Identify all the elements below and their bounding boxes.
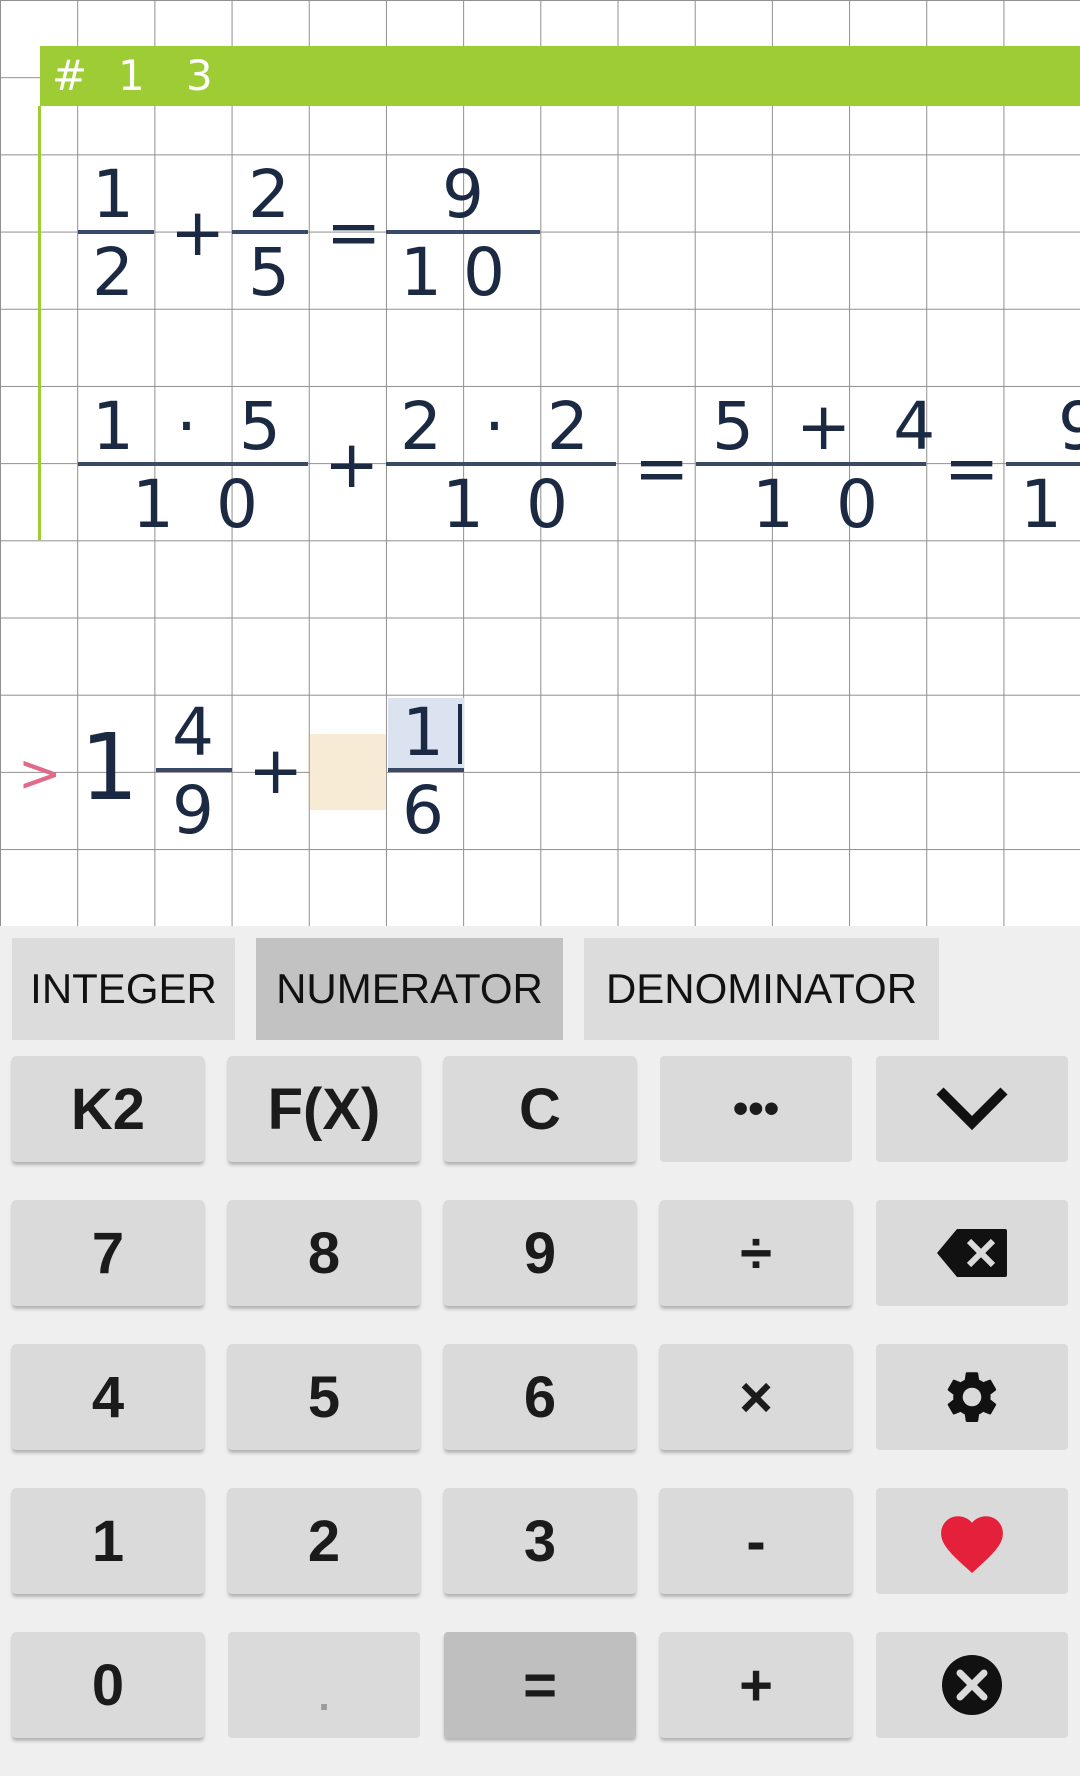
worksheet-grid[interactable]: # 1 3 1 2 + 2 5 = 9 1 0 1 · 5 1 0 + 2 · … [0, 0, 1080, 926]
heart-icon [941, 1516, 1003, 1573]
step-c-denominator: 1 0 [752, 466, 878, 543]
digit-9-button[interactable]: 9 [444, 1200, 636, 1306]
input-integer-slot[interactable] [310, 734, 386, 810]
step-b-denominator: 1 0 [442, 466, 568, 543]
step-d-denominator: 1 [1020, 466, 1062, 543]
fraction-1-numerator: 1 [92, 156, 134, 233]
backspace-icon [937, 1229, 1007, 1277]
step-a-denominator: 1 0 [132, 466, 258, 543]
minus-button[interactable]: - [660, 1488, 852, 1594]
decimal-point-label: . [318, 1674, 330, 1719]
input-prompt-icon: > [18, 744, 62, 804]
close-button[interactable] [876, 1632, 1068, 1738]
gear-icon [947, 1372, 997, 1423]
fraction-2-denominator: 5 [248, 234, 290, 311]
equals-button[interactable]: = [444, 1632, 636, 1738]
calculator-keyboard: INTEGER NUMERATOR DENOMINATOR K2 F(X) C … [0, 926, 1080, 1776]
digit-8-button[interactable]: 8 [228, 1200, 420, 1306]
problem-hash: # [52, 51, 88, 100]
digit-1-button[interactable]: 1 [12, 1488, 204, 1594]
result-denominator: 1 0 [400, 234, 505, 311]
input-numerator[interactable]: 4 [172, 700, 214, 766]
more-button[interactable]: ••• [660, 1056, 852, 1162]
input-denominator[interactable]: 9 [172, 778, 214, 844]
input-operator-plus: + [248, 732, 304, 809]
more-icon: ••• [732, 1084, 780, 1133]
digit-7-button[interactable]: 7 [12, 1200, 204, 1306]
function-button[interactable]: F(X) [228, 1056, 420, 1162]
chevron-down-icon [936, 1087, 1008, 1131]
mode-numerator-button[interactable]: NUMERATOR [256, 938, 563, 1040]
step-a-numerator: 1 · 5 [92, 388, 281, 465]
digit-2-button[interactable]: 2 [228, 1488, 420, 1594]
problem-number-digit-1: 1 [118, 51, 145, 100]
input-whole-number[interactable]: 1 [80, 722, 139, 814]
step-d-numerator: 9 [1058, 388, 1080, 465]
decimal-point-button[interactable]: . [228, 1632, 420, 1738]
step-operator-plus: + [324, 426, 380, 503]
digit-0-button[interactable]: 0 [12, 1632, 204, 1738]
collapse-keyboard-button[interactable] [876, 1056, 1068, 1162]
digit-3-button[interactable]: 3 [444, 1488, 636, 1594]
settings-button[interactable] [876, 1344, 1068, 1450]
backspace-button[interactable] [876, 1200, 1068, 1306]
favorite-button[interactable] [876, 1488, 1068, 1594]
step-operator-equals-2: = [944, 430, 1000, 507]
digit-4-button[interactable]: 4 [12, 1344, 204, 1450]
step-c-numerator: 5 + 4 [712, 388, 936, 465]
fraction-1-denominator: 2 [92, 234, 134, 311]
operator-equals: = [326, 194, 382, 271]
close-circle-icon [942, 1655, 1002, 1715]
input-denominator-2[interactable]: 6 [402, 778, 444, 844]
result-numerator: 9 [442, 156, 484, 233]
problem-header: # 1 3 [40, 46, 1080, 106]
text-cursor [458, 704, 462, 764]
k2-button[interactable]: K2 [12, 1056, 204, 1162]
digit-5-button[interactable]: 5 [228, 1344, 420, 1450]
input-numerator-2[interactable]: 1 [402, 700, 444, 766]
digit-6-button[interactable]: 6 [444, 1344, 636, 1450]
mode-integer-button[interactable]: INTEGER [12, 938, 235, 1040]
clear-button[interactable]: C [444, 1056, 636, 1162]
operator-plus: + [170, 194, 226, 271]
step-operator-equals-1: = [634, 430, 690, 507]
problem-number-digit-2: 3 [186, 51, 213, 100]
fraction-2-numerator: 2 [248, 156, 290, 233]
mode-denominator-button[interactable]: DENOMINATOR [584, 938, 939, 1040]
plus-button[interactable]: + [660, 1632, 852, 1738]
problem-side-bar [38, 106, 41, 540]
step-b-numerator: 2 · 2 [400, 388, 589, 465]
divide-button[interactable]: ÷ [660, 1200, 852, 1306]
multiply-button[interactable]: × [660, 1344, 852, 1450]
